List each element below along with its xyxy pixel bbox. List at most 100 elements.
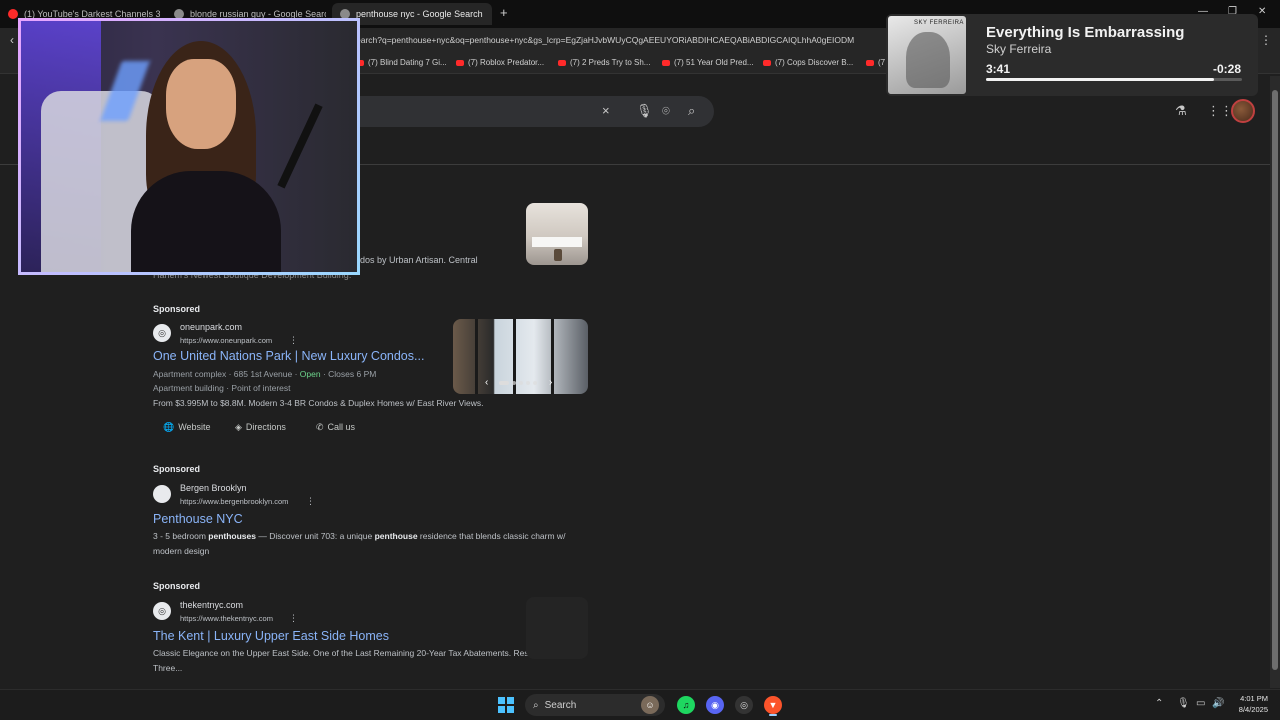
result-description: From $3.995M to $8.8M. Modern 3-4 BR Con… [153,398,484,408]
tray-chevron-icon[interactable]: ⌃ [1155,698,1163,709]
bookmark-item[interactable]: (7) Blind Dating 7 Gi... [356,58,447,67]
clock-time: 4:01 PM [1240,694,1268,703]
result-description: 3 - 5 bedroom penthouses — Discover unit… [153,529,593,559]
taskbar-search-label: Search [544,699,577,711]
search-input[interactable] [340,96,714,127]
result-image-carousel[interactable]: ‹ › [453,319,588,394]
bookmark-item[interactable]: (7) 51 Year Old Pred... [662,58,754,67]
sponsored-label: Sponsored [153,581,201,591]
result-meta: Apartment complex · 685 1st Avenue · Ope… [153,369,376,379]
call-chip[interactable]: ✆ Call us [308,418,363,436]
bookmark-item[interactable]: (7) Cops Discover B... [763,58,853,67]
site-url[interactable]: https://www.oneunpark.com [180,336,272,345]
webcam-overlay [18,18,360,275]
bookmark-item[interactable]: (7) 2 Preds Try to Sh... [558,58,650,67]
album-art-label: SKY FERREIRA [914,20,964,26]
search-icon: ⌕ [533,699,539,711]
chip-label: Call us [327,422,356,432]
song-remaining: -0:28 [1213,62,1242,76]
bookmark-item[interactable]: (7 [866,58,885,67]
network-icon[interactable]: ▭ [1196,698,1205,709]
site-name[interactable]: thekentnyc.com [180,600,243,610]
result-thumbnail[interactable] [526,597,588,659]
song-progress-bar [986,78,1242,81]
album-art: SKY FERREIRA [888,16,966,94]
window-frame [475,319,478,394]
song-title: Everything Is Embarrassing [986,24,1185,41]
site-name[interactable]: oneunpark.com [180,322,242,332]
microphone-arm [277,103,323,189]
youtube-icon [866,59,874,66]
now-playing-overlay: SKY FERREIRA Everything Is Embarrassing … [886,14,1258,96]
brave-browser-icon[interactable]: ▼ [764,696,782,714]
directions-chip[interactable]: ◈ Directions [227,418,294,436]
result-meta: Apartment building · Point of interest [153,383,291,393]
spotify-icon[interactable]: ♫ [677,696,695,714]
song-elapsed: 3:41 [986,62,1011,76]
desc-text: 3 - 5 bedroom [153,531,209,541]
carousel-prev-icon[interactable]: ‹ [485,377,488,388]
volume-icon[interactable]: 🔊 [1212,698,1224,709]
bookmark-item[interactable]: (7) Roblox Predator... [456,58,544,67]
account-avatar[interactable] [1231,99,1255,123]
more-options-icon[interactable]: ⋮ [306,496,315,507]
discord-icon[interactable]: ◉ [706,696,724,714]
site-name[interactable]: Bergen Brooklyn [180,483,247,493]
result-meta-text: Apartment complex · 685 1st Avenue · [153,369,300,379]
site-favicon-icon [153,485,171,503]
more-options-icon[interactable]: ⋮ [289,613,298,624]
site-url[interactable]: https://www.bergenbrooklyn.com [180,497,288,506]
taskbar-clock[interactable]: 4:01 PM 8/4/2025 [1228,693,1268,715]
result-meta-text: · Closes 6 PM [320,369,377,379]
more-options-icon[interactable]: ⋮ [289,335,298,346]
thumbnail-counter [532,237,582,247]
youtube-icon [558,59,566,66]
globe-icon: 🌐 [163,421,175,432]
bookmark-label: (7) Roblox Predator... [468,58,545,67]
search-icon[interactable]: ⌕ [688,103,695,119]
result-title-link[interactable]: The Kent | Luxury Upper East Side Homes [153,629,389,643]
website-chip[interactable]: 🌐 Website [155,418,219,436]
result-title-link[interactable]: Penthouse NYC [153,512,243,526]
new-tab-button[interactable]: + [500,5,508,20]
labs-flask-icon[interactable]: ⚗ [1175,103,1187,119]
active-app-indicator [769,714,777,716]
carousel-next-icon[interactable]: › [549,377,552,388]
windows-start-icon[interactable] [498,697,514,713]
directions-icon: ◈ [235,421,242,432]
song-progress-fill [986,78,1214,81]
result-thumbnail-kitchen[interactable] [526,203,588,265]
close-window-icon[interactable]: ✕ [1258,6,1266,17]
webcam-face [166,59,236,149]
sponsored-label: Sponsored [153,304,201,314]
clear-search-icon[interactable]: × [602,103,610,118]
desc-highlight: penthouse [374,531,418,541]
page-scrollbar[interactable] [1270,76,1280,688]
apps-grid-icon[interactable]: ⋮⋮ [1207,103,1233,119]
youtube-icon [662,59,670,66]
back-icon[interactable]: ‹ [10,33,14,47]
search-highlight-icon[interactable]: ☺ [641,696,659,714]
tab-label: penthouse nyc - Google Search [356,9,483,19]
phone-icon: ✆ [316,421,324,432]
bookmark-label: (7) 2 Preds Try to Sh... [570,58,651,67]
site-url[interactable]: https://www.thekentnyc.com [180,614,273,623]
thumbnail-stool [554,249,562,261]
microphone-icon[interactable]: 🎙 [1177,698,1190,709]
desc-highlight: penthouses [208,531,256,541]
lens-icon[interactable]: ⌾ [662,103,670,119]
desc-text: — Discover unit 703: a unique [255,531,375,541]
result-title-link[interactable]: One United Nations Park | New Luxury Con… [153,349,424,363]
site-favicon-icon: ◎ [153,324,171,342]
youtube-icon [456,59,464,66]
address-bar[interactable]: earch?q=penthouse+nyc&oq=penthouse+nyc&g… [356,35,886,45]
scrollbar-thumb[interactable] [1272,90,1278,670]
bookmark-label: (7) Cops Discover B... [775,58,854,67]
youtube-icon [8,9,18,19]
obs-icon[interactable]: ◎ [735,696,753,714]
webcam-body [131,171,281,272]
bookmark-label: (7) Blind Dating 7 Gi... [368,58,447,67]
menu-icon[interactable]: ⋮ [1260,33,1272,47]
result-snippet-partial: ondos by Urban Artisan. Central [350,255,478,265]
microphone-icon[interactable]: 🎙 [636,103,653,119]
